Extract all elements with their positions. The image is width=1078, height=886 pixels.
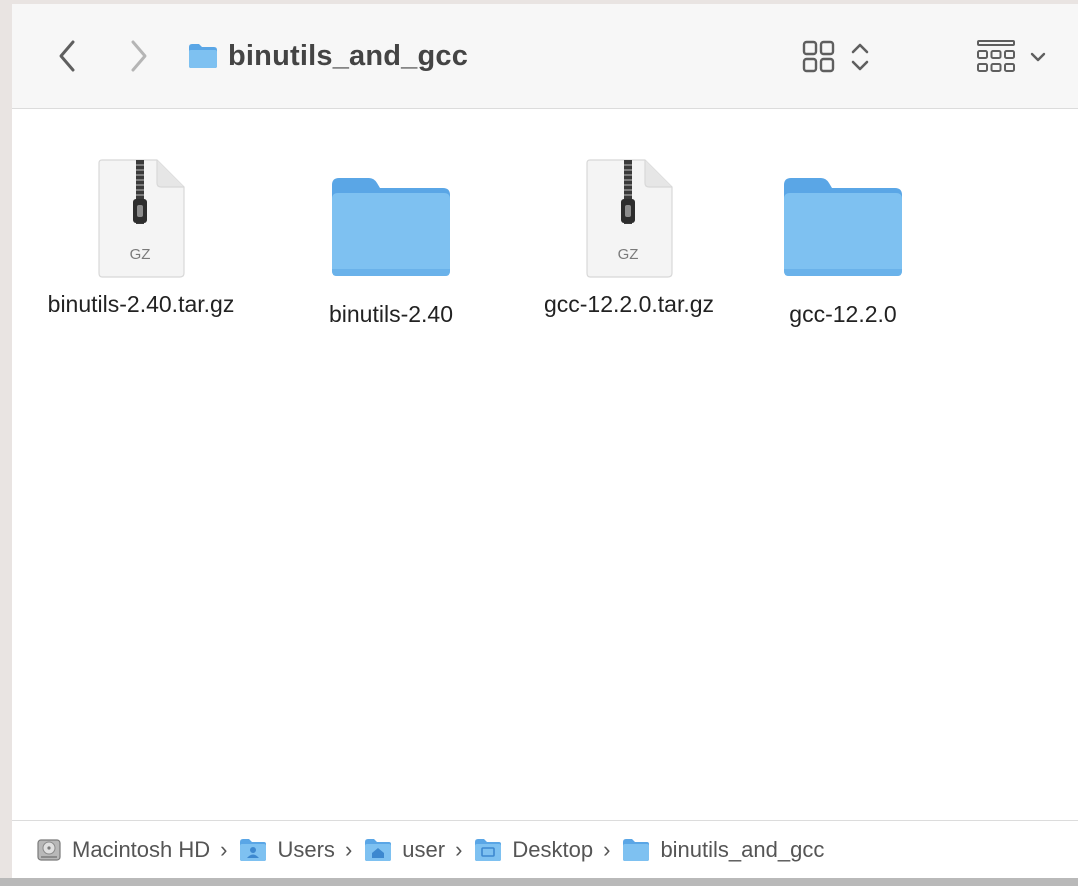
path-separator: › [220, 836, 228, 862]
crumb-label: Macintosh HD [72, 836, 211, 862]
path-crumb-current-folder[interactable]: binutils_and_gcc [622, 837, 824, 863]
folder-item[interactable]: gcc-12.2.0 [728, 139, 958, 329]
gz-badge: GZ [130, 246, 151, 263]
users-folder-icon [240, 838, 267, 861]
path-separator: › [603, 836, 611, 862]
path-separator: › [455, 836, 463, 862]
group-by-icon [977, 40, 1015, 72]
chevron-down-icon [1030, 52, 1046, 62]
folder-item[interactable]: binutils-2.40 [276, 139, 506, 329]
folder-icon [784, 178, 902, 276]
window-title-area: binutils_and_gcc [188, 36, 468, 76]
back-button[interactable] [50, 34, 84, 78]
file-grid: GZ binutils-2.40.tar.gz binutils-2.40 GZ… [12, 109, 1078, 819]
folder-name: binutils-2.40 [328, 301, 454, 327]
path-crumb-desktop[interactable]: Desktop [474, 837, 593, 863]
archive-icon: GZ [98, 159, 185, 278]
path-crumb-users[interactable]: Users [239, 836, 335, 863]
folder-icon [332, 178, 450, 276]
file-name: gcc-12.2.0.tar.gz [543, 291, 715, 317]
crumb-label: Users [277, 836, 335, 862]
chevron-right-icon [131, 40, 147, 72]
forward-button[interactable] [122, 34, 156, 78]
crumb-label: binutils_and_gcc [660, 836, 825, 862]
gz-badge: GZ [618, 246, 639, 263]
file-item[interactable]: GZ binutils-2.40.tar.gz [26, 139, 256, 319]
toolbar: binutils_and_gcc [12, 4, 1078, 109]
group-by-button[interactable] [976, 37, 1056, 77]
up-down-chevron-icon [851, 43, 869, 71]
icon-grid-view-icon [802, 40, 835, 73]
crumb-label: Desktop [512, 836, 594, 862]
folder-icon [623, 838, 650, 861]
path-crumb-macintosh-hd[interactable]: Macintosh HD [36, 837, 210, 863]
hard-drive-icon [37, 838, 61, 861]
archive-icon: GZ [586, 159, 673, 278]
chevron-left-icon [59, 40, 75, 72]
file-name: binutils-2.40.tar.gz [47, 291, 235, 317]
window-bottom-edge [0, 878, 1078, 886]
crumb-label: user [402, 836, 446, 862]
folder-icon [189, 44, 217, 68]
view-mode-button[interactable] [802, 37, 872, 77]
path-bar: Macintosh HD › Users › user › Desktop › … [12, 820, 1078, 878]
path-separator: › [344, 836, 353, 862]
path-crumb-user[interactable]: user [364, 837, 445, 863]
window-title: binutils_and_gcc [228, 39, 469, 72]
desktop-folder-icon [475, 838, 502, 861]
finder-window: binutils_and_gcc GZ binutils-2.40.tar.gz… [12, 4, 1078, 878]
folder-name: gcc-12.2.0 [789, 301, 897, 327]
home-folder-icon [365, 838, 392, 861]
file-item[interactable]: GZ gcc-12.2.0.tar.gz [514, 139, 744, 319]
